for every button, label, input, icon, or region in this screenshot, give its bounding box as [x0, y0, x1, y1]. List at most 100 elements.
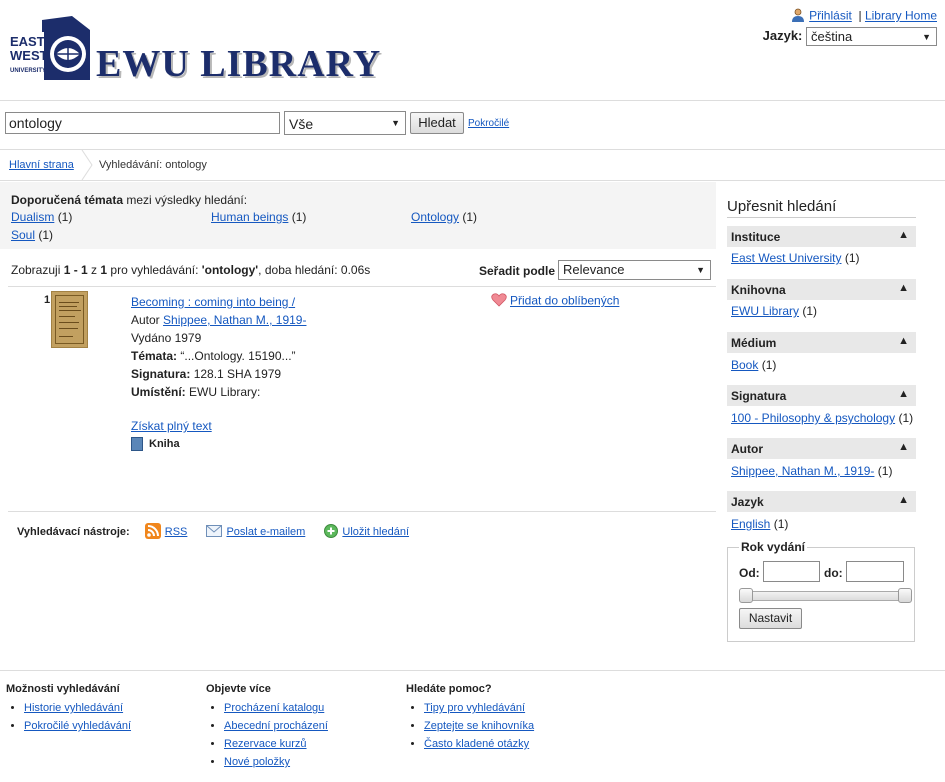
- facet-header-call-number[interactable]: Signatura ▲: [727, 385, 916, 406]
- search-input[interactable]: ontology: [5, 112, 280, 134]
- topic-item: Ontology (1): [411, 210, 478, 224]
- search-scope-value: Vše: [289, 116, 314, 132]
- year-to-label: do:: [824, 566, 843, 580]
- slider-handle-max[interactable]: [898, 588, 912, 603]
- sort-label: Seřadit podle: [479, 264, 556, 278]
- login-area: Přihlásit | Library Home: [791, 8, 937, 25]
- facet-header-language[interactable]: Jazyk ▲: [727, 491, 916, 512]
- breadcrumb-separator-icon: [81, 150, 93, 180]
- breadcrumb-home-link[interactable]: Hlavní strana: [9, 159, 74, 171]
- slider-handle-min[interactable]: [739, 588, 753, 603]
- search-button[interactable]: Hledat: [410, 112, 464, 134]
- facet-header-medium[interactable]: Médium ▲: [727, 332, 916, 353]
- footer-link-faq[interactable]: Často kladené otázky: [424, 738, 529, 750]
- divider: [8, 286, 716, 287]
- book-cover-thumbnail[interactable]: [51, 291, 88, 348]
- facet-link-library[interactable]: EWU Library: [731, 304, 799, 318]
- library-home-link[interactable]: Library Home: [865, 9, 937, 23]
- result-author-link[interactable]: Shippee, Nathan M., 1919-: [163, 313, 306, 327]
- book-icon: [131, 437, 143, 451]
- add-to-favorites: Přidat do oblíbených: [491, 293, 619, 310]
- search-tools-label: Vyhledávací nástroje:: [17, 526, 130, 539]
- result-title-link[interactable]: Becoming : coming into being /: [131, 295, 295, 309]
- topic-link-dualism[interactable]: Dualism: [11, 210, 54, 224]
- year-range-legend: Rok vydání: [739, 540, 808, 554]
- email-icon: [206, 525, 223, 540]
- add-circle-icon: [324, 524, 339, 541]
- facet-link-author[interactable]: Shippee, Nathan M., 1919-: [731, 464, 874, 478]
- suggested-topics-heading: Doporučená témata mezi výsledky hledání:: [11, 193, 248, 207]
- footer-link-search-tips[interactable]: Tipy pro vyhledávání: [424, 702, 525, 714]
- email-search-link[interactable]: Poslat e-mailem: [226, 526, 305, 538]
- topic-item: Dualism (1): [11, 210, 73, 224]
- divider: [8, 511, 716, 512]
- facet-link-call-number[interactable]: 100 - Philosophy & psychology: [731, 411, 895, 425]
- year-range-slider[interactable]: [740, 591, 912, 601]
- search-scope-select[interactable]: Vše ▼: [284, 111, 406, 135]
- svg-text:UNIVERSITY: UNIVERSITY: [10, 68, 46, 74]
- year-from-input[interactable]: [763, 561, 820, 582]
- result-number: 1: [44, 294, 51, 306]
- topics-label: Témata:: [131, 349, 178, 363]
- collapse-icon: ▲: [898, 229, 909, 241]
- facet-item: Shippee, Nathan M., 1919- (1): [731, 464, 893, 478]
- published-year: Vydáno 1979: [131, 331, 202, 345]
- rss-link[interactable]: RSS: [165, 526, 188, 538]
- advanced-search-link[interactable]: Pokročilé: [468, 118, 509, 129]
- chevron-down-icon: ▼: [391, 118, 400, 128]
- sort-select[interactable]: Relevance ▼: [558, 260, 711, 280]
- topics-value: “...Ontology. 15190...”: [180, 349, 296, 363]
- language-select-value: čeština: [811, 29, 853, 44]
- topic-link-human-beings[interactable]: Human beings: [211, 210, 288, 224]
- call-number-label: Signatura:: [131, 367, 191, 381]
- results-summary: Zobrazuji 1 - 1 z 1 pro vyhledávání: 'on…: [11, 263, 371, 277]
- library-logo-text[interactable]: EWU LIBRARY: [96, 42, 381, 86]
- apply-year-range-button[interactable]: Nastavit: [739, 608, 802, 629]
- location-value: EWU Library:: [189, 385, 261, 399]
- facet-link-institution[interactable]: East West University: [731, 251, 841, 265]
- footer-column-search-options: Možnosti vyhledávání Historie vyhledáván…: [6, 683, 131, 737]
- heart-icon: [491, 293, 507, 310]
- header-separator: |: [858, 8, 862, 23]
- collapse-icon: ▲: [898, 494, 909, 506]
- topic-link-ontology[interactable]: Ontology: [411, 210, 459, 224]
- footer-link-course-reserves[interactable]: Rezervace kurzů: [224, 738, 307, 750]
- facet-link-language[interactable]: English: [731, 517, 770, 531]
- chevron-down-icon: ▼: [696, 265, 705, 275]
- topic-item: Soul (1): [11, 228, 54, 242]
- year-from-label: Od:: [739, 566, 760, 580]
- facet-header-library[interactable]: Knihovna ▲: [727, 279, 916, 300]
- format-label: Kniha: [149, 437, 180, 450]
- footer-link-search-history[interactable]: Historie vyhledávání: [24, 702, 123, 714]
- topic-link-soul[interactable]: Soul: [11, 228, 35, 242]
- facet-item: 100 - Philosophy & psychology (1): [731, 411, 914, 425]
- sort-select-value: Relevance: [563, 262, 625, 277]
- author-label: Autor: [131, 313, 160, 327]
- footer-link-advanced-search[interactable]: Pokročilé vyhledávání: [24, 720, 131, 732]
- footer-link-alphabetical-browse[interactable]: Abecední procházení: [224, 720, 328, 732]
- facet-header-institution[interactable]: Instituce ▲: [727, 226, 916, 247]
- footer-link-browse-catalog[interactable]: Procházení katalogu: [224, 702, 324, 714]
- footer-column-help: Hledáte pomoc? Tipy pro vyhledávání Zept…: [406, 683, 534, 755]
- add-to-favorites-link[interactable]: Přidat do oblíbených: [510, 294, 619, 308]
- facet-item: English (1): [731, 517, 789, 531]
- collapse-icon: ▲: [898, 335, 909, 347]
- ewu-logo-emblem[interactable]: EAST WEST UNIVERSITY: [8, 14, 93, 84]
- language-select[interactable]: čeština ▼: [806, 27, 937, 46]
- footer-heading: Možnosti vyhledávání: [6, 683, 120, 695]
- facet-header-author[interactable]: Autor ▲: [727, 438, 916, 459]
- page-header: EAST WEST UNIVERSITY EWU LIBRARY Přihlás…: [0, 0, 945, 101]
- save-search-link[interactable]: Uložit hledání: [342, 526, 409, 538]
- login-link[interactable]: Přihlásit: [809, 9, 852, 23]
- search-tools: Vyhledávací nástroje: RSS Poslat e-maile…: [17, 523, 425, 542]
- footer-link-new-items[interactable]: Nové položky: [224, 756, 290, 768]
- get-full-text-link[interactable]: Získat plný text: [131, 419, 212, 433]
- year-to-input[interactable]: [846, 561, 904, 582]
- format-badge: Kniha: [131, 437, 180, 451]
- facet-link-medium[interactable]: Book: [731, 358, 758, 372]
- topic-item: Human beings (1): [211, 210, 307, 224]
- result-details: Becoming : coming into being / Autor Shi…: [131, 293, 306, 401]
- footer-column-discover: Objevte více Procházení katalogu Abecedn…: [206, 683, 328, 773]
- breadcrumb: Hlavní strana Vyhledávání: ontology: [0, 150, 945, 181]
- footer-link-ask-librarian[interactable]: Zeptejte se knihovníka: [424, 720, 534, 732]
